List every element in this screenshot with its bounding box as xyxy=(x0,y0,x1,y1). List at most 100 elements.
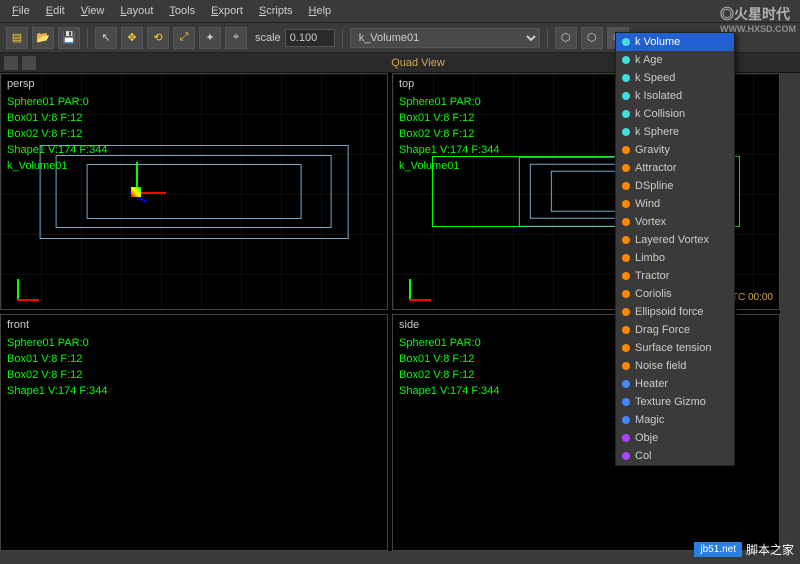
viewport-label: front xyxy=(7,319,29,331)
menu-layout[interactable]: Layout xyxy=(112,2,161,20)
menu-scripts[interactable]: Scripts xyxy=(251,2,301,20)
color-dot-icon xyxy=(622,380,630,388)
dropdown-item-heater[interactable]: Heater xyxy=(616,375,734,393)
dropdown-item-label: Ellipsoid force xyxy=(635,306,703,318)
dropdown-item-drag-force[interactable]: Drag Force xyxy=(616,321,734,339)
dropdown-item-label: Attractor xyxy=(635,162,677,174)
transform-gizmo[interactable] xyxy=(116,172,156,212)
save-file-button[interactable]: 💾 xyxy=(58,27,80,49)
scene-object-label: Sphere01 PAR:0 xyxy=(399,94,500,110)
dropdown-item-label: Col xyxy=(635,450,652,462)
menu-edit[interactable]: Edit xyxy=(38,2,73,20)
dropdown-item-k-collision[interactable]: k Collision xyxy=(616,105,734,123)
dropdown-item-label: k Isolated xyxy=(635,90,682,102)
viewport-front[interactable]: front Sphere01 PAR:0Box01 V:8 F:12Box02 … xyxy=(0,314,388,551)
node-button-1[interactable]: ⬡ xyxy=(555,27,577,49)
dropdown-item-ellipsoid-force[interactable]: Ellipsoid force xyxy=(616,303,734,321)
scene-object-label: k_Volume01 xyxy=(399,158,500,174)
dropdown-item-wind[interactable]: Wind xyxy=(616,195,734,213)
color-dot-icon xyxy=(622,236,630,244)
menu-help[interactable]: Help xyxy=(301,2,340,20)
dropdown-item-layered-vortex[interactable]: Layered Vortex xyxy=(616,231,734,249)
dropdown-item-k-speed[interactable]: k Speed xyxy=(616,69,734,87)
dropdown-item-label: k Speed xyxy=(635,72,675,84)
scene-object-label: Box01 V:8 F:12 xyxy=(399,110,500,126)
layout-icon-1[interactable] xyxy=(4,56,18,70)
dropdown-item-texture-gizmo[interactable]: Texture Gizmo xyxy=(616,393,734,411)
open-file-button[interactable]: 📂 xyxy=(32,27,54,49)
dropdown-item-dspline[interactable]: DSpline xyxy=(616,177,734,195)
menu-export[interactable]: Export xyxy=(203,2,251,20)
scene-object-label: Box02 V:8 F:12 xyxy=(7,126,108,142)
viewport-object-list: Sphere01 PAR:0Box01 V:8 F:12Box02 V:8 F:… xyxy=(7,335,108,399)
dropdown-item-magic[interactable]: Magic xyxy=(616,411,734,429)
color-dot-icon xyxy=(622,308,630,316)
dropdown-item-attractor[interactable]: Attractor xyxy=(616,159,734,177)
dropdown-item-coriolis[interactable]: Coriolis xyxy=(616,285,734,303)
color-dot-icon xyxy=(622,344,630,352)
color-dot-icon xyxy=(622,200,630,208)
dropdown-item-k-age[interactable]: k Age xyxy=(616,51,734,69)
rotate-tool-button[interactable]: ⟲ xyxy=(147,27,169,49)
dropdown-item-label: k Collision xyxy=(635,108,685,120)
viewport-object-list: Sphere01 PAR:0Box01 V:8 F:12Box02 V:8 F:… xyxy=(7,94,108,174)
scale-tool-button[interactable]: ⤢ xyxy=(173,27,195,49)
dropdown-item-tractor[interactable]: Tractor xyxy=(616,267,734,285)
scene-object-label: Shape1 V:174 F:344 xyxy=(399,142,500,158)
dropdown-item-label: Magic xyxy=(635,414,664,426)
color-dot-icon xyxy=(622,164,630,172)
dropdown-item-col[interactable]: Col xyxy=(616,447,734,465)
dropdown-item-label: Texture Gizmo xyxy=(635,396,706,408)
menu-view[interactable]: View xyxy=(73,2,113,20)
force-type-dropdown: k Volume k Age k Speed k Isolated k Collisio… xyxy=(615,32,735,466)
dropdown-item-noise-field[interactable]: Noise field xyxy=(616,357,734,375)
dropdown-item-label: Noise field xyxy=(635,360,686,372)
dropdown-item-label: k Sphere xyxy=(635,126,679,138)
color-dot-icon xyxy=(622,38,630,46)
viewport-label: persp xyxy=(7,78,35,90)
viewport-label: side xyxy=(399,319,419,331)
dropdown-item-label: Tractor xyxy=(635,270,669,282)
dropdown-item-label: k Volume xyxy=(635,36,680,48)
dropdown-item-label: DSpline xyxy=(635,180,674,192)
timecode-readout: TC 00:00 xyxy=(732,292,773,303)
dropdown-item-k-volume[interactable]: k Volume xyxy=(616,33,734,51)
scene-object-label: Shape1 V:174 F:344 xyxy=(7,383,108,399)
color-dot-icon xyxy=(622,434,630,442)
dropdown-item-k-isolated[interactable]: k Isolated xyxy=(616,87,734,105)
scale-input[interactable] xyxy=(285,29,335,47)
dropdown-item-label: Drag Force xyxy=(635,324,690,336)
color-dot-icon xyxy=(622,128,630,136)
menu-tools[interactable]: Tools xyxy=(161,2,203,20)
node-button-2[interactable]: ⬡ xyxy=(581,27,603,49)
separator xyxy=(547,28,548,48)
menu-file[interactable]: File xyxy=(4,2,38,20)
tool-button-5[interactable]: ✦ xyxy=(199,27,221,49)
tool-button-6[interactable]: ⌖ xyxy=(225,27,247,49)
layout-icon-2[interactable] xyxy=(22,56,36,70)
new-file-button[interactable]: ▤ xyxy=(6,27,28,49)
dropdown-item-k-sphere[interactable]: k Sphere xyxy=(616,123,734,141)
viewport-object-list: Sphere01 PAR:0Box01 V:8 F:12Box02 V:8 F:… xyxy=(399,335,500,399)
dropdown-item-label: Heater xyxy=(635,378,668,390)
select-tool-button[interactable]: ↖ xyxy=(95,27,117,49)
dropdown-item-label: Layered Vortex xyxy=(635,234,709,246)
color-dot-icon xyxy=(622,362,630,370)
dropdown-item-surface-tension[interactable]: Surface tension xyxy=(616,339,734,357)
separator xyxy=(342,28,343,48)
dropdown-item-limbo[interactable]: Limbo xyxy=(616,249,734,267)
viewport-persp[interactable]: persp Sphere01 PAR:0Box01 V:8 F:12Box02 … xyxy=(0,73,388,310)
scene-object-label: Box01 V:8 F:12 xyxy=(7,110,108,126)
dropdown-item-label: k Age xyxy=(635,54,663,66)
color-dot-icon xyxy=(622,56,630,64)
dropdown-item-gravity[interactable]: Gravity xyxy=(616,141,734,159)
color-dot-icon xyxy=(622,326,630,334)
dropdown-item-obje[interactable]: Obje xyxy=(616,429,734,447)
dropdown-item-vortex[interactable]: Vortex xyxy=(616,213,734,231)
scene-object-label: Shape1 V:174 F:344 xyxy=(7,142,108,158)
color-dot-icon xyxy=(622,290,630,298)
dropdown-item-label: Surface tension xyxy=(635,342,711,354)
object-select[interactable]: k_Volume01 xyxy=(350,28,540,48)
scene-object-label: Box02 V:8 F:12 xyxy=(7,367,108,383)
move-tool-button[interactable]: ✥ xyxy=(121,27,143,49)
